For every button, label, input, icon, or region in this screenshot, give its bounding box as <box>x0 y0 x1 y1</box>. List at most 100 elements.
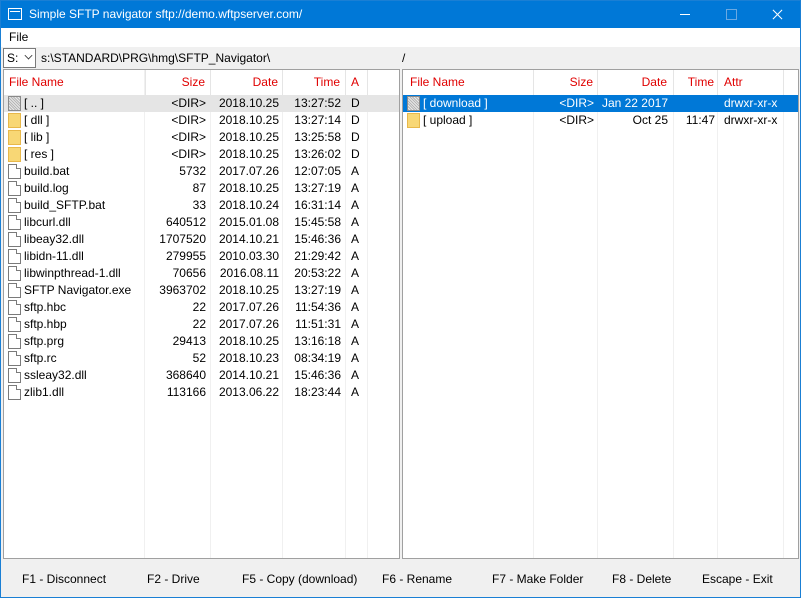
table-row[interactable]: sftp.prg 29413 2018.10.25 13:16:18 A <box>4 333 399 350</box>
cell-time: 13:26:02 <box>294 147 341 161</box>
cell-name: [ dll ] <box>24 113 50 127</box>
table-row[interactable]: [ lib ] <DIR> 2018.10.25 13:25:58 D <box>4 129 399 146</box>
folder-icon <box>8 130 21 145</box>
cell-size: <DIR> <box>171 96 206 110</box>
cell-date: 2014.10.21 <box>218 368 279 382</box>
fkey-5[interactable]: F7 - Make Folder <box>492 572 583 586</box>
cell-name: [ res ] <box>24 147 55 161</box>
cell-size: <DIR> <box>171 130 206 144</box>
cell-attr: A <box>351 215 360 229</box>
cell-name: [ .. ] <box>24 96 45 110</box>
file-icon <box>8 300 21 315</box>
cell-size: 29413 <box>172 334 206 348</box>
menu-bar: File <box>1 28 800 47</box>
cell-date: Oct 25 <box>632 113 668 127</box>
cell-date: 2010.03.30 <box>218 249 279 263</box>
cell-date: 2018.10.23 <box>218 351 279 365</box>
table-row[interactable]: SFTP Navigator.exe 3963702 2018.10.25 13:27… <box>4 282 399 299</box>
file-icon <box>8 368 21 383</box>
file-icon <box>8 334 21 349</box>
cell-attr: A <box>351 249 360 263</box>
column-header-attr[interactable]: A <box>346 70 368 95</box>
file-icon <box>8 164 21 179</box>
cell-date: 2013.06.22 <box>218 385 279 399</box>
cell-time: 16:31:14 <box>294 198 341 212</box>
drive-select[interactable]: S: <box>3 48 36 68</box>
table-row[interactable]: [ res ] <DIR> 2018.10.25 13:26:02 D <box>4 146 399 163</box>
cell-name: sftp.prg <box>24 334 65 348</box>
cell-size: 22 <box>192 317 206 331</box>
column-header-time[interactable]: Time <box>674 70 718 95</box>
cell-date: 2018.10.25 <box>218 130 279 144</box>
cell-attr: A <box>351 266 360 280</box>
column-header-date[interactable]: Date <box>211 70 283 95</box>
file-icon <box>8 317 21 332</box>
column-header-size[interactable]: Size <box>146 70 211 95</box>
cell-attr: A <box>351 385 360 399</box>
cell-date: 2017.07.26 <box>218 300 279 314</box>
table-row[interactable]: [ upload ] <DIR> Oct 25 11:47 drwxr-xr-x <box>403 112 798 129</box>
cell-name: libcurl.dll <box>24 215 71 229</box>
cell-date: Jan 22 2017 <box>601 96 668 110</box>
table-row[interactable]: [ dll ] <DIR> 2018.10.25 13:27:14 D <box>4 112 399 129</box>
fkey-3[interactable]: F5 - Copy (download) <box>242 572 357 586</box>
column-divider <box>673 70 674 558</box>
table-row[interactable]: sftp.rc 52 2018.10.23 08:34:19 A <box>4 350 399 367</box>
cell-size: 5732 <box>179 164 206 178</box>
cell-attr: A <box>351 232 360 246</box>
file-icon <box>8 385 21 400</box>
cell-name: build.bat <box>24 164 70 178</box>
cell-attr: A <box>351 283 360 297</box>
fkey-1[interactable]: F1 - Disconnect <box>22 572 106 586</box>
cell-attr: A <box>351 317 360 331</box>
table-row[interactable]: [ download ] <DIR> Jan 22 2017 drwxr-xr-x <box>403 95 798 112</box>
cell-date: 2018.10.25 <box>218 283 279 297</box>
cell-attr: drwxr-xr-x <box>724 96 778 110</box>
table-row[interactable]: libwinpthread-1.dll 70656 2016.08.11 20:53:… <box>4 265 399 282</box>
column-header-date[interactable]: Date <box>598 70 674 95</box>
fkey-4[interactable]: F6 - Rename <box>382 572 452 586</box>
remote-file-list[interactable]: File Name Size Date Time Attr [ download… <box>402 69 799 559</box>
folder-icon <box>8 113 21 128</box>
table-row[interactable]: libcurl.dll 640512 2015.01.08 15:45:58 A <box>4 214 399 231</box>
column-header-name[interactable]: File Name <box>403 70 534 95</box>
table-row[interactable]: libidn-11.dll 279955 2010.03.30 21:29:42 A <box>4 248 399 265</box>
cell-attr: A <box>351 334 360 348</box>
title-bar[interactable]: Simple SFTP navigator sftp://demo.wftpse… <box>1 1 800 28</box>
table-row[interactable]: zlib1.dll 113166 2013.06.22 18:23:44 A <box>4 384 399 401</box>
column-header-size[interactable]: Size <box>534 70 598 95</box>
file-icon <box>8 249 21 264</box>
table-row[interactable]: [ .. ] <DIR> 2018.10.25 13:27:52 D <box>4 95 399 112</box>
close-button[interactable] <box>754 1 800 28</box>
local-file-list[interactable]: File Name Size Date Time A [ .. ] <DIR> 20… <box>3 69 400 559</box>
minimize-button[interactable] <box>662 1 708 28</box>
table-row[interactable]: ssleay32.dll 368640 2014.10.21 15:46:36 A <box>4 367 399 384</box>
left-path-label: s:\STANDARD\PRG\hmg\SFTP_Navigator\ <box>41 51 271 65</box>
table-row[interactable]: build.log 87 2018.10.25 13:27:19 A <box>4 180 399 197</box>
cell-size: 113166 <box>166 385 206 399</box>
cell-date: 2017.07.26 <box>218 164 279 178</box>
cell-date: 2018.10.25 <box>218 334 279 348</box>
table-row[interactable]: libeay32.dll 1707520 2014.10.21 15:46:36 A <box>4 231 399 248</box>
menu-file[interactable]: File <box>9 30 28 44</box>
table-row[interactable]: sftp.hbp 22 2017.07.26 11:51:31 A <box>4 316 399 333</box>
maximize-button[interactable] <box>708 1 754 28</box>
cell-attr: drwxr-xr-x <box>724 113 778 127</box>
cell-time: 11:54:36 <box>295 300 341 314</box>
cell-name: sftp.rc <box>24 351 57 365</box>
fkey-7[interactable]: Escape - Exit <box>702 572 773 586</box>
fkey-6[interactable]: F8 - Delete <box>612 572 671 586</box>
column-header-attr[interactable]: Attr <box>718 70 784 95</box>
column-header-name[interactable]: File Name <box>4 70 146 95</box>
file-icon <box>8 181 21 196</box>
cell-name: zlib1.dll <box>24 385 65 399</box>
cell-date: 2014.10.21 <box>218 232 279 246</box>
fkey-2[interactable]: F2 - Drive <box>147 572 200 586</box>
file-icon <box>8 283 21 298</box>
table-row[interactable]: build_SFTP.bat 33 2018.10.24 16:31:14 A <box>4 197 399 214</box>
table-row[interactable]: sftp.hbc 22 2017.07.26 11:54:36 A <box>4 299 399 316</box>
cell-time: 15:46:36 <box>294 368 341 382</box>
cell-attr: D <box>351 96 360 110</box>
column-header-time[interactable]: Time <box>283 70 346 95</box>
table-row[interactable]: build.bat 5732 2017.07.26 12:07:05 A <box>4 163 399 180</box>
